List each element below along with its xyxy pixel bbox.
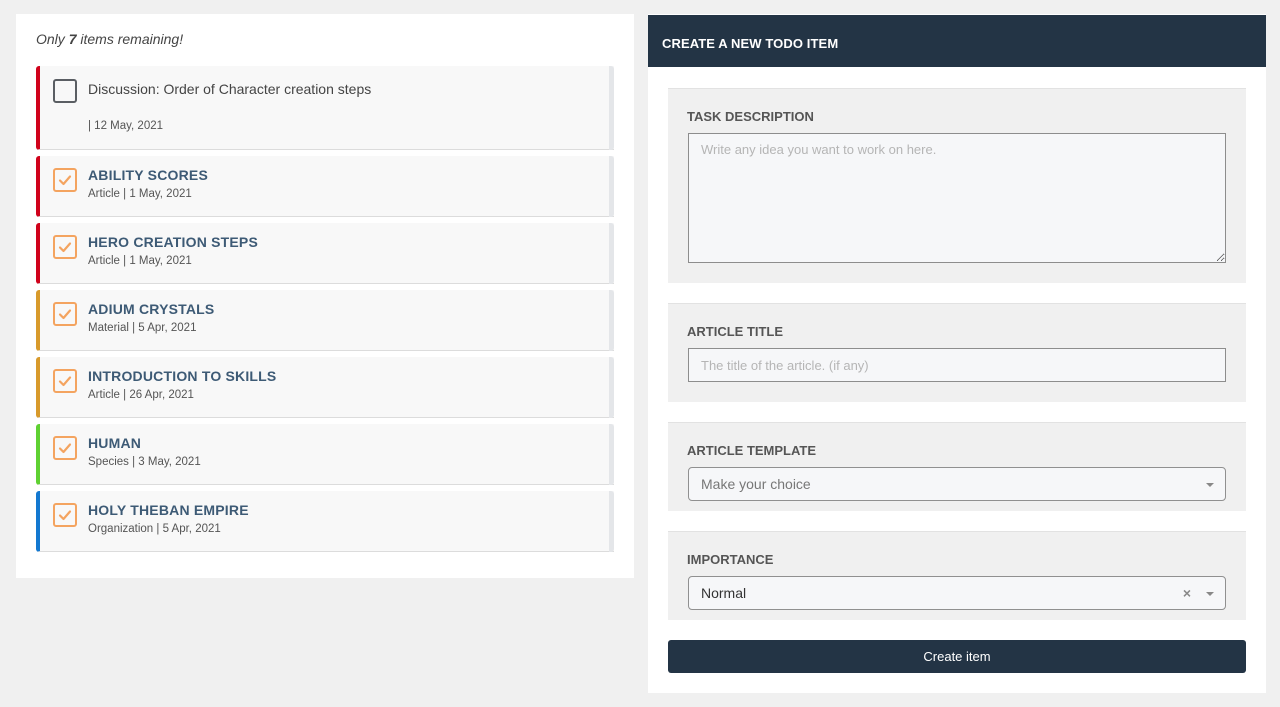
checkbox-checked-icon[interactable] (53, 369, 77, 393)
article-template-select[interactable]: Make your choice (688, 467, 1226, 501)
checkbox-checked-icon[interactable] (53, 168, 77, 192)
todo-item-title-link[interactable]: ADIUM CRYSTALS (88, 301, 214, 317)
importance-select[interactable]: Normal × (688, 576, 1226, 610)
todo-list-panel: Only 7 items remaining! Discussion: Orde… (16, 14, 634, 578)
article-title-label: ARTICLE TITLE (687, 324, 784, 339)
todo-item-title-link[interactable]: INTRODUCTION TO SKILLS (88, 368, 276, 384)
importance-value: Normal (701, 585, 747, 601)
remaining-count: 7 (68, 31, 77, 47)
task-description-label: TASK DESCRIPTION (687, 109, 814, 124)
todo-item-meta: | 12 May, 2021 (88, 120, 164, 132)
checkbox-checked-icon[interactable] (53, 235, 77, 259)
article-template-label: ARTICLE TEMPLATE (687, 443, 817, 458)
checkbox-checked-icon[interactable] (53, 302, 77, 326)
todo-item-title-link[interactable]: HERO CREATION STEPS (88, 234, 258, 250)
clear-icon[interactable]: × (1183, 585, 1191, 601)
todo-item-meta: Article | 1 May, 2021 (88, 255, 192, 267)
article-title-input[interactable] (688, 348, 1226, 382)
todo-item-title-link[interactable]: ABILITY SCORES (88, 167, 208, 183)
todo-item[interactable]: ADIUM CRYSTALS Material | 5 Apr, 2021 (36, 290, 614, 351)
todo-item-meta: Article | 1 May, 2021 (88, 188, 192, 200)
todo-item[interactable]: HOLY THEBAN EMPIRE Organization | 5 Apr,… (36, 491, 614, 552)
article-template-group: ARTICLE TEMPLATE Make your choice (668, 422, 1246, 511)
checkbox-checked-icon[interactable] (53, 503, 77, 527)
article-template-placeholder: Make your choice (701, 476, 811, 492)
importance-label: IMPORTANCE (687, 552, 774, 567)
todo-item-title-link[interactable]: HOLY THEBAN EMPIRE (88, 502, 249, 518)
task-description-input[interactable] (688, 133, 1226, 263)
remaining-prefix: Only (36, 31, 65, 47)
checkbox-unchecked-icon[interactable] (53, 79, 77, 103)
chevron-down-icon[interactable] (1206, 592, 1214, 596)
todo-item[interactable]: HERO CREATION STEPS Article | 1 May, 202… (36, 223, 614, 284)
create-todo-panel: CREATE A NEW TODO ITEM TASK DESCRIPTION … (648, 14, 1266, 693)
chevron-down-icon[interactable] (1206, 483, 1214, 487)
todo-item-title-link[interactable]: HUMAN (88, 435, 141, 451)
todo-list: Discussion: Order of Character creation … (36, 66, 614, 558)
todo-item-meta: Organization | 5 Apr, 2021 (88, 523, 221, 535)
importance-group: IMPORTANCE Normal × (668, 531, 1246, 620)
create-item-button[interactable]: Create item (668, 640, 1246, 673)
todo-item[interactable]: INTRODUCTION TO SKILLS Article | 26 Apr,… (36, 357, 614, 418)
todo-item[interactable]: HUMAN Species | 3 May, 2021 (36, 424, 614, 485)
panel-title: CREATE A NEW TODO ITEM (648, 15, 1266, 67)
article-title-group: ARTICLE TITLE (668, 303, 1246, 402)
todo-item-meta: Article | 26 Apr, 2021 (88, 389, 194, 401)
remaining-suffix: items remaining! (80, 31, 184, 47)
todo-item-title: Discussion: Order of Character creation … (88, 81, 372, 97)
checkbox-checked-icon[interactable] (53, 436, 77, 460)
todo-item-meta: Species | 3 May, 2021 (88, 456, 201, 468)
todo-item[interactable]: ABILITY SCORES Article | 1 May, 2021 (36, 156, 614, 217)
task-description-group: TASK DESCRIPTION (668, 88, 1246, 283)
todo-item[interactable]: Discussion: Order of Character creation … (36, 66, 614, 150)
todo-item-meta: Material | 5 Apr, 2021 (88, 322, 197, 334)
items-remaining-text: Only 7 items remaining! (36, 31, 183, 47)
